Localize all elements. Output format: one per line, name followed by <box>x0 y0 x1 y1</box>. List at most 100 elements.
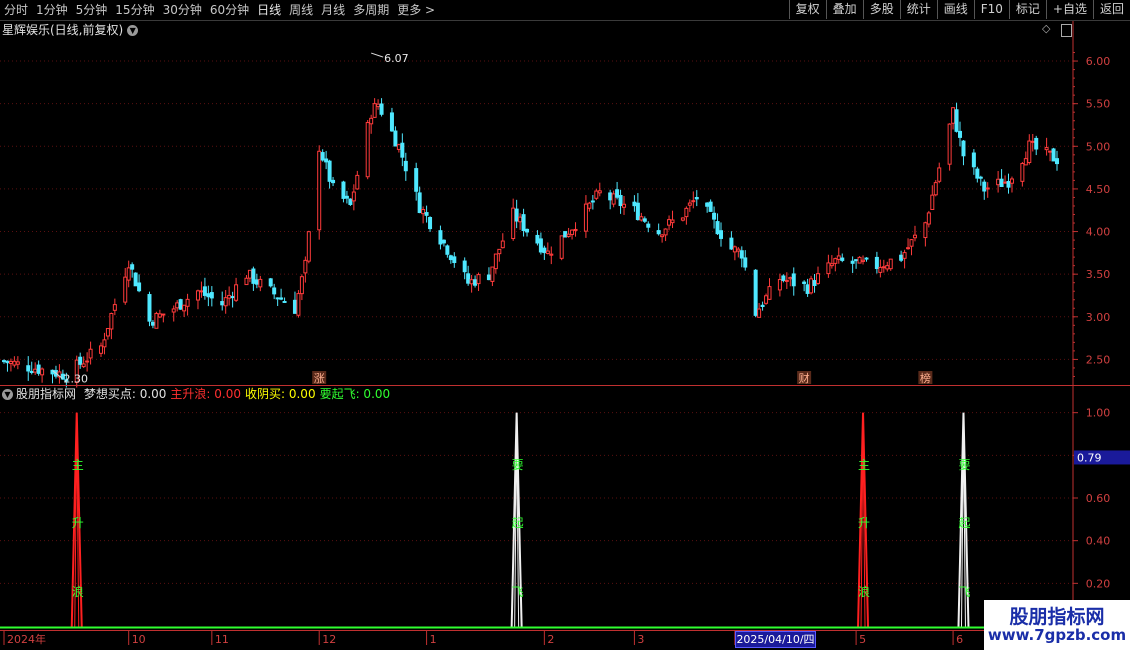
candle-body <box>306 231 311 262</box>
candle-body <box>497 248 502 255</box>
candle-body <box>583 203 588 232</box>
time-tick-label: 3 <box>637 633 644 646</box>
candle-body <box>29 370 34 374</box>
time-tick-label: 11 <box>215 633 229 646</box>
indicator-value-3: 要起飞: 0.00 <box>319 387 391 401</box>
low-annotation: 2.30 <box>63 372 88 385</box>
candle-body <box>909 239 914 247</box>
time-tick-label: 5 <box>859 633 866 646</box>
candle-body <box>538 238 543 253</box>
candle-body <box>525 228 530 233</box>
candle-body <box>1027 140 1032 164</box>
candle-body <box>182 304 187 312</box>
candle-body <box>559 235 564 259</box>
candle-body <box>885 265 890 270</box>
candle-body <box>26 365 31 372</box>
candle-body <box>36 364 41 374</box>
candle-body <box>157 313 162 318</box>
spike-label: 起 <box>958 516 970 530</box>
time-tick-label: 10 <box>132 633 146 646</box>
candle-body <box>417 192 422 214</box>
candle-body <box>788 277 793 280</box>
event-marker: 财 <box>799 371 810 385</box>
candle-body <box>369 117 374 125</box>
candle-body <box>923 222 928 239</box>
candle-body <box>15 361 20 365</box>
candle-body <box>500 240 505 249</box>
candle-body <box>635 202 640 221</box>
candle-body <box>40 368 45 376</box>
candle-body <box>227 294 232 299</box>
candle-body <box>660 234 665 238</box>
candle-body <box>836 255 841 260</box>
candle-body <box>670 219 675 224</box>
candle-body <box>618 194 623 207</box>
candle-body <box>594 190 599 199</box>
candle-body <box>999 178 1004 188</box>
candle-body <box>279 297 284 300</box>
candle-body <box>448 255 453 261</box>
candle-body <box>296 293 301 316</box>
candlesticks <box>2 98 1059 388</box>
candle-body <box>1009 178 1014 184</box>
price-tick-label: 5.00 <box>1086 140 1111 153</box>
candle-body <box>663 228 668 236</box>
candle-body <box>1055 158 1059 165</box>
spike-label: 浪 <box>858 584 870 599</box>
candle-body <box>850 260 855 264</box>
candle-body <box>760 304 765 308</box>
candle-body <box>251 268 256 284</box>
candle-body <box>708 201 713 212</box>
candle-body <box>230 296 235 299</box>
candle-body <box>743 257 748 268</box>
candle-body <box>1003 181 1008 184</box>
candle-body <box>441 239 446 244</box>
candle-body <box>126 267 131 281</box>
candle-body <box>639 216 644 221</box>
candle-body <box>254 279 259 285</box>
indicator-value-2: 收阴买: 0.00 <box>245 387 316 401</box>
candle-body <box>680 217 685 221</box>
indicator-tick-label: 0.40 <box>1086 535 1111 548</box>
candle-body <box>33 368 38 373</box>
candle-body <box>881 266 886 269</box>
candle-body <box>608 192 613 201</box>
candle-body <box>421 209 426 215</box>
candle-body <box>303 259 308 274</box>
candle-body <box>2 360 6 363</box>
event-marker: 榜 <box>920 371 931 385</box>
candle-body <box>791 273 796 287</box>
candle-body <box>137 282 142 292</box>
candle-body <box>971 152 976 168</box>
candle-body <box>147 294 152 322</box>
candle-body <box>642 218 647 222</box>
chevron-down-icon[interactable]: ▼ <box>2 389 13 400</box>
spike-label: 主 <box>72 458 84 472</box>
candle-body <box>299 276 304 295</box>
candle-body <box>667 219 672 226</box>
candle-body <box>88 348 93 359</box>
candle-body <box>587 202 592 209</box>
candle-body <box>521 214 526 232</box>
candle-body <box>597 190 602 194</box>
candle-body <box>777 279 782 291</box>
candle-body <box>317 150 322 231</box>
candle-body <box>764 295 769 304</box>
candle-body <box>414 168 419 192</box>
indicator-grid <box>0 412 1073 584</box>
candle-body <box>8 360 13 364</box>
candle-body <box>712 212 717 220</box>
price-chart[interactable]: 6.07 2.30 涨 财 榜 主升浪 要起飞 主升浪 要起飞 2.50 3.00 3.50 4.0… <box>0 0 1130 650</box>
candle-body <box>833 258 838 264</box>
candle-body <box>902 252 907 259</box>
watermark-logo: 股朋指标网 www.7gpzb.com <box>984 600 1130 650</box>
candle-body <box>566 233 571 237</box>
candle-body <box>376 103 381 108</box>
candle-body <box>1030 140 1035 143</box>
indicator-tick-label: 1.00 <box>1086 407 1111 420</box>
candle-body <box>982 181 987 192</box>
candle-body <box>518 216 523 223</box>
spike-label: 要 <box>512 458 524 472</box>
candle-body <box>102 339 107 348</box>
price-tick-label: 6.00 <box>1086 55 1111 68</box>
